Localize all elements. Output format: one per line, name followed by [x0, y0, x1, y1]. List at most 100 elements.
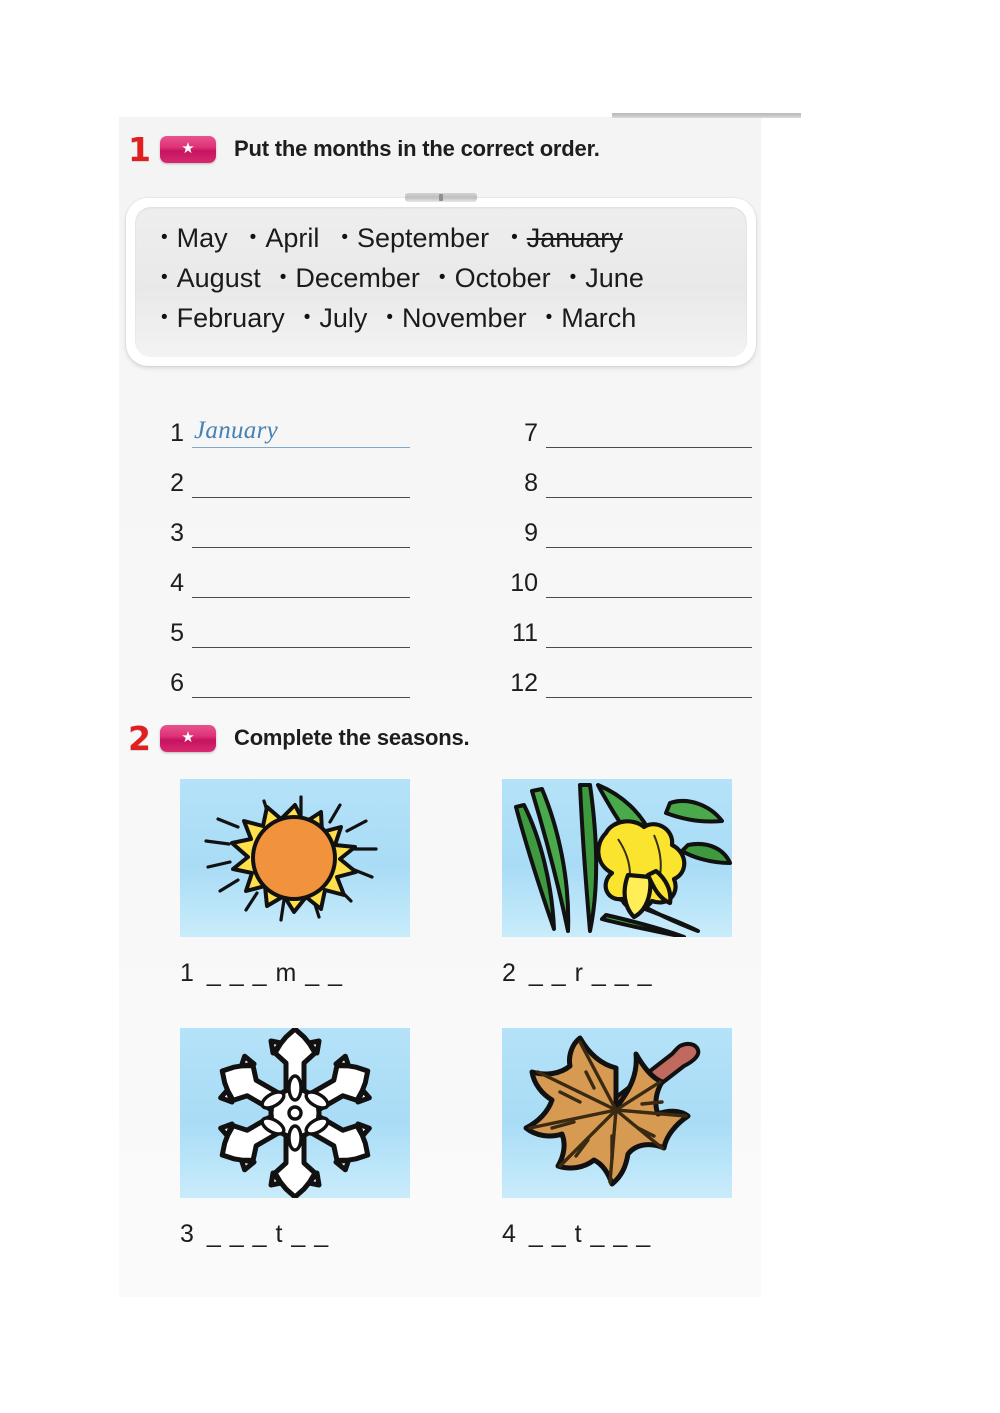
word-bank-item-november[interactable]: • November	[386, 303, 526, 334]
exercise-2-number: 2	[128, 718, 151, 758]
bullet-icon: •	[511, 227, 518, 248]
season-answer-3[interactable]: 3 _ _ _ t _ _	[180, 1220, 410, 1249]
answer-row-6: 6	[160, 648, 410, 698]
word-bank-label: May	[176, 223, 228, 253]
bullet-icon: •	[161, 267, 168, 288]
bullet-icon: •	[545, 307, 553, 328]
answer-number: 4	[170, 569, 184, 598]
word-bank-item-july[interactable]: • July	[304, 303, 368, 334]
header-rule	[612, 113, 801, 118]
season-cell-3: 3 _ _ _ t _ _	[180, 1028, 410, 1249]
autumn-leaf-icon	[523, 1035, 701, 1187]
exercise-1-number: 1	[128, 129, 151, 169]
word-bank-item-august[interactable]: • August	[161, 263, 261, 294]
exercise-2-header: 2 ★ Complete the seasons.	[128, 718, 470, 758]
exercise-2-title: Complete the seasons.	[234, 725, 470, 750]
season-cell-4: 4 _ _ t _ _ _	[502, 1028, 732, 1249]
answer-number: 12	[510, 669, 538, 698]
bullet-icon: •	[438, 267, 446, 288]
word-bank: • May • April • September • January • Au…	[126, 193, 756, 366]
answer-input-3[interactable]	[192, 517, 410, 548]
answer-number: 10	[510, 569, 538, 598]
word-bank-item-january[interactable]: • January	[511, 223, 623, 254]
bullet-icon: •	[249, 227, 257, 248]
word-bank-item-may[interactable]: • May	[161, 223, 228, 254]
word-bank-label: June	[585, 263, 644, 293]
word-bank-item-april[interactable]: • April	[250, 223, 320, 254]
bullet-icon: •	[279, 267, 287, 288]
answer-number: 1	[170, 419, 184, 448]
word-bank-label: December	[295, 263, 420, 293]
word-bank-label-struck: January	[526, 223, 623, 253]
season-blank-pattern: _ _ r _ _ _	[528, 959, 653, 987]
answer-row-1: 1 January	[160, 398, 410, 448]
season-cell-2: 2 _ _ r _ _ _	[502, 779, 732, 988]
answer-number: 5	[170, 619, 184, 648]
word-bank-item-june[interactable]: • June	[570, 263, 644, 294]
word-bank-item-september[interactable]: • September	[341, 223, 489, 254]
word-bank-item-february[interactable]: • February	[161, 303, 285, 334]
answer-row-7: 7	[502, 398, 752, 448]
answer-row-12: 12	[502, 648, 752, 698]
star-icon: ★	[181, 729, 195, 746]
answer-row-8: 8	[502, 448, 752, 498]
answer-input-8[interactable]	[546, 467, 752, 498]
word-bank-row: • February • July • November • March	[161, 303, 725, 343]
answer-input-7[interactable]	[546, 417, 752, 448]
word-bank-notch	[405, 193, 477, 202]
answer-input-2[interactable]	[192, 467, 410, 498]
word-bank-label: February	[176, 303, 285, 333]
answer-input-4[interactable]	[192, 567, 410, 598]
season-cell-1: 1 _ _ _ m _ _	[180, 779, 410, 988]
season-image-2	[502, 779, 732, 937]
answer-row-2: 2	[160, 448, 410, 498]
answers-column-left: 1 January 2 3 4 5 6	[160, 398, 410, 698]
bullet-icon: •	[161, 307, 168, 328]
answer-input-1[interactable]: January	[192, 417, 410, 448]
word-bank-label: October	[454, 263, 551, 293]
months-answer-area: 1 January 2 3 4 5 6 7 8 9 10 11 12	[160, 398, 752, 698]
answer-number: 3	[170, 519, 184, 548]
season-image-1	[180, 779, 410, 937]
word-bank-item-october[interactable]: • October	[439, 263, 551, 294]
season-answer-4[interactable]: 4 _ _ t _ _ _	[502, 1220, 732, 1249]
answer-row-4: 4	[160, 548, 410, 598]
word-bank-item-december[interactable]: • December	[280, 263, 420, 294]
answer-value: January	[194, 417, 279, 444]
answer-input-6[interactable]	[192, 667, 410, 698]
answer-number: 6	[170, 669, 184, 698]
star-badge-1: ★	[160, 135, 216, 163]
answer-row-9: 9	[502, 498, 752, 548]
answer-row-5: 5	[160, 598, 410, 648]
answer-number: 7	[524, 419, 538, 448]
season-number: 1	[180, 959, 195, 987]
word-bank-label: November	[402, 303, 527, 333]
season-number: 2	[502, 959, 517, 987]
answer-input-5[interactable]	[192, 617, 410, 648]
snowflake-icon	[218, 1028, 372, 1198]
word-bank-label: September	[357, 223, 490, 253]
answer-number: 9	[524, 519, 538, 548]
word-bank-item-march[interactable]: • March	[546, 303, 637, 334]
bullet-icon: •	[569, 267, 577, 288]
bullet-icon: •	[303, 307, 311, 328]
daffodil-icon	[514, 783, 732, 937]
star-badge-2: ★	[160, 724, 216, 752]
exercise-1-title: Put the months in the correct order.	[234, 136, 600, 161]
star-icon: ★	[181, 140, 195, 157]
word-bank-label: April	[265, 223, 320, 253]
season-answer-2[interactable]: 2 _ _ r _ _ _	[502, 959, 732, 988]
bullet-icon: •	[386, 307, 394, 328]
answer-row-3: 3	[160, 498, 410, 548]
bullet-icon: •	[161, 227, 168, 248]
season-answer-1[interactable]: 1 _ _ _ m _ _	[180, 959, 410, 988]
answer-input-10[interactable]	[546, 567, 752, 598]
exercise-1-header: 1 ★ Put the months in the correct order.	[128, 131, 600, 167]
word-bank-label: March	[561, 303, 637, 333]
season-image-4	[502, 1028, 732, 1198]
season-image-3	[180, 1028, 410, 1198]
answer-input-12[interactable]	[546, 667, 752, 698]
season-blank-pattern: _ _ _ t _ _	[206, 1220, 330, 1248]
answer-input-9[interactable]	[546, 517, 752, 548]
answer-input-11[interactable]	[546, 617, 752, 648]
